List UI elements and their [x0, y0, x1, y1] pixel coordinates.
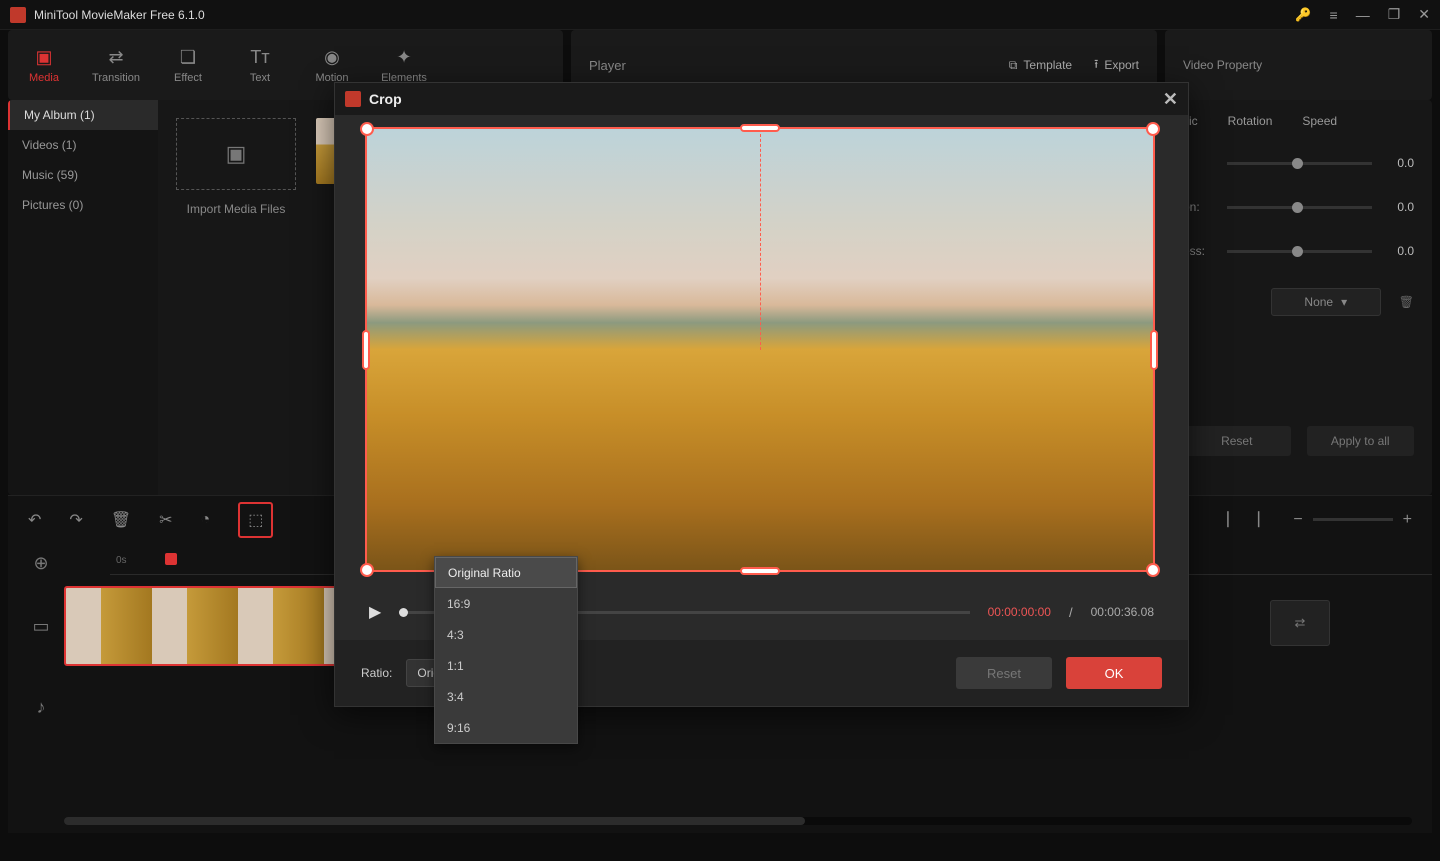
template-icon: ⧉ — [1009, 58, 1018, 73]
property-slider[interactable] — [1227, 206, 1372, 209]
prop-tab-rotation[interactable]: Rotation — [1228, 114, 1273, 128]
text-icon: Tᴛ — [250, 47, 269, 68]
close-dialog-button[interactable]: ✕ — [1163, 89, 1178, 110]
property-slider[interactable] — [1227, 250, 1372, 253]
transition-icon: ⇄ — [108, 47, 123, 68]
swap-button[interactable]: ⇄ — [1270, 600, 1330, 646]
play-button[interactable]: ▶ — [369, 602, 381, 622]
apply-to-all-button[interactable]: Apply to all — [1307, 426, 1415, 456]
crop-reset-button[interactable]: Reset — [956, 657, 1052, 689]
crop-dialog-title: Crop — [369, 91, 402, 107]
sidebar-item-my-album[interactable]: My Album (1) — [8, 100, 158, 130]
effect-icon: ❏ — [180, 47, 196, 68]
export-button[interactable]: ⭱ Export — [1094, 55, 1139, 76]
reset-properties-button[interactable]: Reset — [1183, 426, 1291, 456]
menu-icon[interactable]: ≡ — [1330, 7, 1338, 23]
import-media-button[interactable]: ▣ Import Media Files — [176, 118, 296, 216]
properties-panel: sic Rotation Speed t: 0.0 on: 0.0 ess: 0… — [1165, 100, 1432, 495]
window-controls: 🔑 ≡ — ❐ ✕ — [1295, 6, 1430, 23]
ratio-option[interactable]: Original Ratio — [435, 557, 577, 588]
property-none-dropdown[interactable]: None▾ — [1271, 288, 1381, 316]
minimize-icon[interactable]: — — [1356, 7, 1370, 23]
delete-button[interactable]: 🗑 — [111, 510, 131, 530]
motion-icon: ◉ — [324, 47, 340, 68]
ratio-option[interactable]: 16:9 — [435, 588, 577, 619]
speed-button[interactable]: ◔ — [201, 511, 211, 529]
crop-handle-right[interactable] — [1150, 330, 1158, 370]
app-title: MiniTool MovieMaker Free 6.1.0 — [34, 8, 1295, 22]
close-window-icon[interactable]: ✕ — [1418, 6, 1430, 23]
tab-effect[interactable]: ❏ Effect — [152, 30, 224, 100]
properties-title: Video Property — [1183, 58, 1262, 72]
import-placeholder-icon: ▣ — [176, 118, 296, 190]
crop-handle-top[interactable] — [740, 124, 780, 132]
audio-track-icon: ♪ — [18, 697, 64, 718]
timeline-scrollbar[interactable] — [64, 817, 1412, 825]
time-current: 00:00:00:00 — [988, 605, 1051, 619]
sidebar-item-pictures[interactable]: Pictures (0) — [8, 190, 158, 220]
playhead[interactable] — [165, 553, 177, 565]
tab-media[interactable]: ▣ Media — [8, 30, 80, 100]
tab-transition[interactable]: ⇄ Transition — [80, 30, 152, 100]
zoom-control: − + — [1293, 511, 1412, 529]
crop-handle-left[interactable] — [362, 330, 370, 370]
add-track-button[interactable]: ⊕ — [18, 553, 64, 575]
redo-button[interactable]: ↷ — [69, 510, 82, 530]
zoom-slider[interactable] — [1313, 518, 1393, 521]
app-logo-icon — [10, 7, 26, 23]
ratio-option[interactable]: 1:1 — [435, 650, 577, 681]
elements-icon: ✦ — [396, 47, 411, 68]
property-slider[interactable] — [1227, 162, 1372, 165]
crop-canvas[interactable] — [365, 127, 1155, 572]
player-label: Player — [589, 58, 626, 73]
crop-handle-br[interactable] — [1146, 563, 1160, 577]
crop-handle-tr[interactable] — [1146, 122, 1160, 136]
ratio-label: Ratio: — [361, 666, 392, 680]
property-tabs: sic Rotation Speed — [1183, 114, 1414, 128]
property-row: ess: 0.0 — [1183, 244, 1414, 258]
crop-handle-bl[interactable] — [360, 563, 374, 577]
crop-dialog-titlebar: Crop ✕ — [335, 83, 1188, 115]
crop-ok-button[interactable]: OK — [1066, 657, 1162, 689]
crop-button[interactable]: ⬚ — [238, 502, 273, 538]
delete-property-icon[interactable]: 🗑 — [1399, 295, 1414, 309]
zoom-out-button[interactable]: − — [1293, 511, 1302, 529]
crop-rectangle[interactable] — [365, 127, 1155, 572]
license-key-icon[interactable]: 🔑 — [1295, 7, 1311, 23]
ratio-option[interactable]: 9:16 — [435, 712, 577, 743]
undo-button[interactable]: ↶ — [28, 510, 41, 530]
crop-handle-tl[interactable] — [360, 122, 374, 136]
app-logo-icon — [345, 91, 361, 107]
ratio-option[interactable]: 3:4 — [435, 681, 577, 712]
properties-header: Video Property — [1165, 30, 1432, 100]
title-bar: MiniTool MovieMaker Free 6.1.0 🔑 ≡ — ❐ ✕ — [0, 0, 1440, 30]
ratio-dropdown-list: Original Ratio 16:9 4:3 1:1 3:4 9:16 — [434, 556, 578, 744]
split-button[interactable]: ✂ — [159, 510, 172, 530]
sidebar-item-videos[interactable]: Videos (1) — [8, 130, 158, 160]
chevron-down-icon: ▾ — [1341, 295, 1347, 309]
zoom-in-button[interactable]: + — [1403, 511, 1412, 529]
property-row: t: 0.0 — [1183, 156, 1414, 170]
crop-handle-bottom[interactable] — [740, 567, 780, 575]
tab-text[interactable]: Tᴛ Text — [224, 30, 296, 100]
template-button[interactable]: ⧉ Template — [1009, 58, 1072, 73]
ratio-option[interactable]: 4:3 — [435, 619, 577, 650]
fit-timeline-button[interactable]: ⎸⎹ — [1227, 511, 1259, 529]
prop-tab-speed[interactable]: Speed — [1302, 114, 1337, 128]
folder-icon: ▣ — [35, 47, 52, 68]
maximize-icon[interactable]: ❐ — [1388, 6, 1401, 23]
export-icon: ⭱ — [1094, 55, 1098, 76]
property-row: on: 0.0 — [1183, 200, 1414, 214]
crop-center-guide — [760, 129, 761, 350]
sidebar-item-music[interactable]: Music (59) — [8, 160, 158, 190]
video-track-icon: ▭ — [18, 616, 64, 637]
media-sidebar: My Album (1) Videos (1) Music (59) Pictu… — [8, 100, 158, 495]
time-total: 00:00:36.08 — [1091, 605, 1154, 619]
